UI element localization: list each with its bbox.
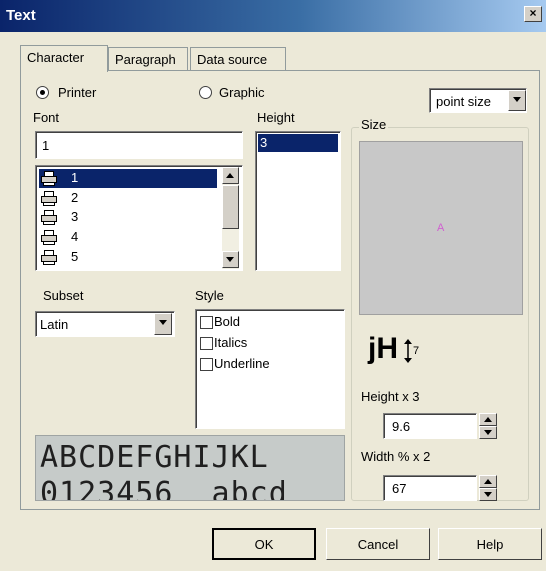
chevron-down-icon[interactable] xyxy=(154,313,172,335)
list-item[interactable]: 5 xyxy=(39,248,217,267)
character-panel: Printer Graphic point size Font Height 1… xyxy=(20,70,540,510)
tab-paragraph-label: Paragraph xyxy=(115,52,176,67)
graphic-radio-label: Graphic xyxy=(219,85,265,100)
printer-icon xyxy=(41,210,57,225)
units-dropdown[interactable]: point size xyxy=(429,88,527,113)
units-value: point size xyxy=(436,94,491,109)
sample-line-2: 0123456 abcd xyxy=(40,476,288,501)
font-list-scrollbar[interactable] xyxy=(222,167,239,269)
italics-checkbox[interactable] xyxy=(200,337,213,350)
cancel-button[interactable]: Cancel xyxy=(326,528,430,560)
close-icon: × xyxy=(529,6,537,20)
italics-label: Italics xyxy=(214,335,248,350)
font-item-label: 2 xyxy=(71,190,79,205)
printer-icon xyxy=(41,191,57,206)
font-item-label: 3 xyxy=(71,209,79,224)
height-multiplier-spinner[interactable] xyxy=(479,413,497,439)
graphic-radio[interactable] xyxy=(199,86,212,99)
metric-value: 7 xyxy=(413,345,420,357)
font-input-value: 1 xyxy=(42,138,50,153)
window-title: Text xyxy=(6,7,36,24)
height-list[interactable]: 3 xyxy=(255,131,341,271)
size-preview: A xyxy=(359,141,523,315)
scroll-down-icon[interactable] xyxy=(222,251,239,268)
printer-icon xyxy=(41,171,57,186)
style-label: Style xyxy=(195,288,224,303)
bold-checkbox[interactable] xyxy=(200,316,213,329)
list-item[interactable]: 3 xyxy=(258,134,338,152)
spin-up-icon[interactable] xyxy=(479,475,497,488)
font-item-label: 1 xyxy=(71,170,79,185)
spin-up-icon[interactable] xyxy=(479,413,497,426)
height-multiplier-input[interactable]: 9.6 xyxy=(383,413,477,439)
help-button-label: Help xyxy=(476,537,504,552)
underline-checkbox[interactable] xyxy=(200,358,213,371)
double-arrow-icon xyxy=(404,339,412,363)
metric-letters: jH xyxy=(368,332,398,365)
scroll-up-icon[interactable] xyxy=(222,167,239,184)
width-multiplier-spinner[interactable] xyxy=(479,475,497,501)
subset-dropdown[interactable]: Latin xyxy=(35,311,175,337)
printer-icon xyxy=(41,230,57,245)
close-button[interactable]: × xyxy=(524,6,542,22)
height-multiplier-value: 9.6 xyxy=(392,419,411,434)
printer-radio[interactable] xyxy=(36,86,49,99)
tab-data-source[interactable]: Data source xyxy=(190,47,286,71)
font-sample-preview: ABCDEFGHIJKL 0123456 abcd xyxy=(35,435,345,501)
cancel-button-label: Cancel xyxy=(357,537,399,552)
font-list[interactable]: 1 2 3 4 5 xyxy=(35,165,243,271)
font-item-label: 5 xyxy=(71,249,79,264)
printer-icon xyxy=(41,250,57,265)
text-metrics-icon: jH 7 xyxy=(368,333,428,369)
list-item[interactable]: 4 xyxy=(39,228,217,247)
title-bar: Text × xyxy=(0,0,546,32)
underline-label: Underline xyxy=(214,356,270,371)
width-multiplier-input[interactable]: 67 xyxy=(383,475,477,501)
subset-label: Subset xyxy=(43,288,84,303)
width-multiplier-label: Width % x 2 xyxy=(361,449,431,464)
font-label: Font xyxy=(33,110,60,125)
help-button[interactable]: Help xyxy=(438,528,542,560)
ok-button-label: OK xyxy=(254,537,274,552)
preview-character: A xyxy=(437,222,445,234)
tab-character-label: Character xyxy=(27,50,85,65)
width-multiplier-value: 67 xyxy=(392,481,407,496)
size-group-title: Size xyxy=(359,117,389,132)
scrollbar-thumb[interactable] xyxy=(222,185,239,229)
tab-paragraph[interactable]: Paragraph xyxy=(108,47,188,71)
list-item[interactable]: 2 xyxy=(39,189,217,208)
spin-down-icon[interactable] xyxy=(479,488,497,501)
bold-label: Bold xyxy=(214,314,241,329)
height-item-label: 3 xyxy=(260,135,268,150)
tab-character[interactable]: Character xyxy=(20,45,108,72)
font-input[interactable]: 1 xyxy=(35,131,243,159)
list-item[interactable]: 1 xyxy=(39,169,217,188)
height-label: Height xyxy=(257,110,295,125)
font-item-label: 4 xyxy=(71,229,79,244)
ok-button[interactable]: OK xyxy=(212,528,316,560)
chevron-down-icon[interactable] xyxy=(508,90,526,111)
printer-radio-label: Printer xyxy=(58,85,97,100)
tab-data-source-label: Data source xyxy=(197,52,268,67)
sample-line-1: ABCDEFGHIJKL xyxy=(40,440,269,475)
list-item[interactable]: 3 xyxy=(39,208,217,227)
subset-value: Latin xyxy=(40,317,69,332)
height-multiplier-label: Height x 3 xyxy=(361,389,420,404)
style-list[interactable]: Bold Italics Underline xyxy=(195,309,345,429)
spin-down-icon[interactable] xyxy=(479,426,497,439)
